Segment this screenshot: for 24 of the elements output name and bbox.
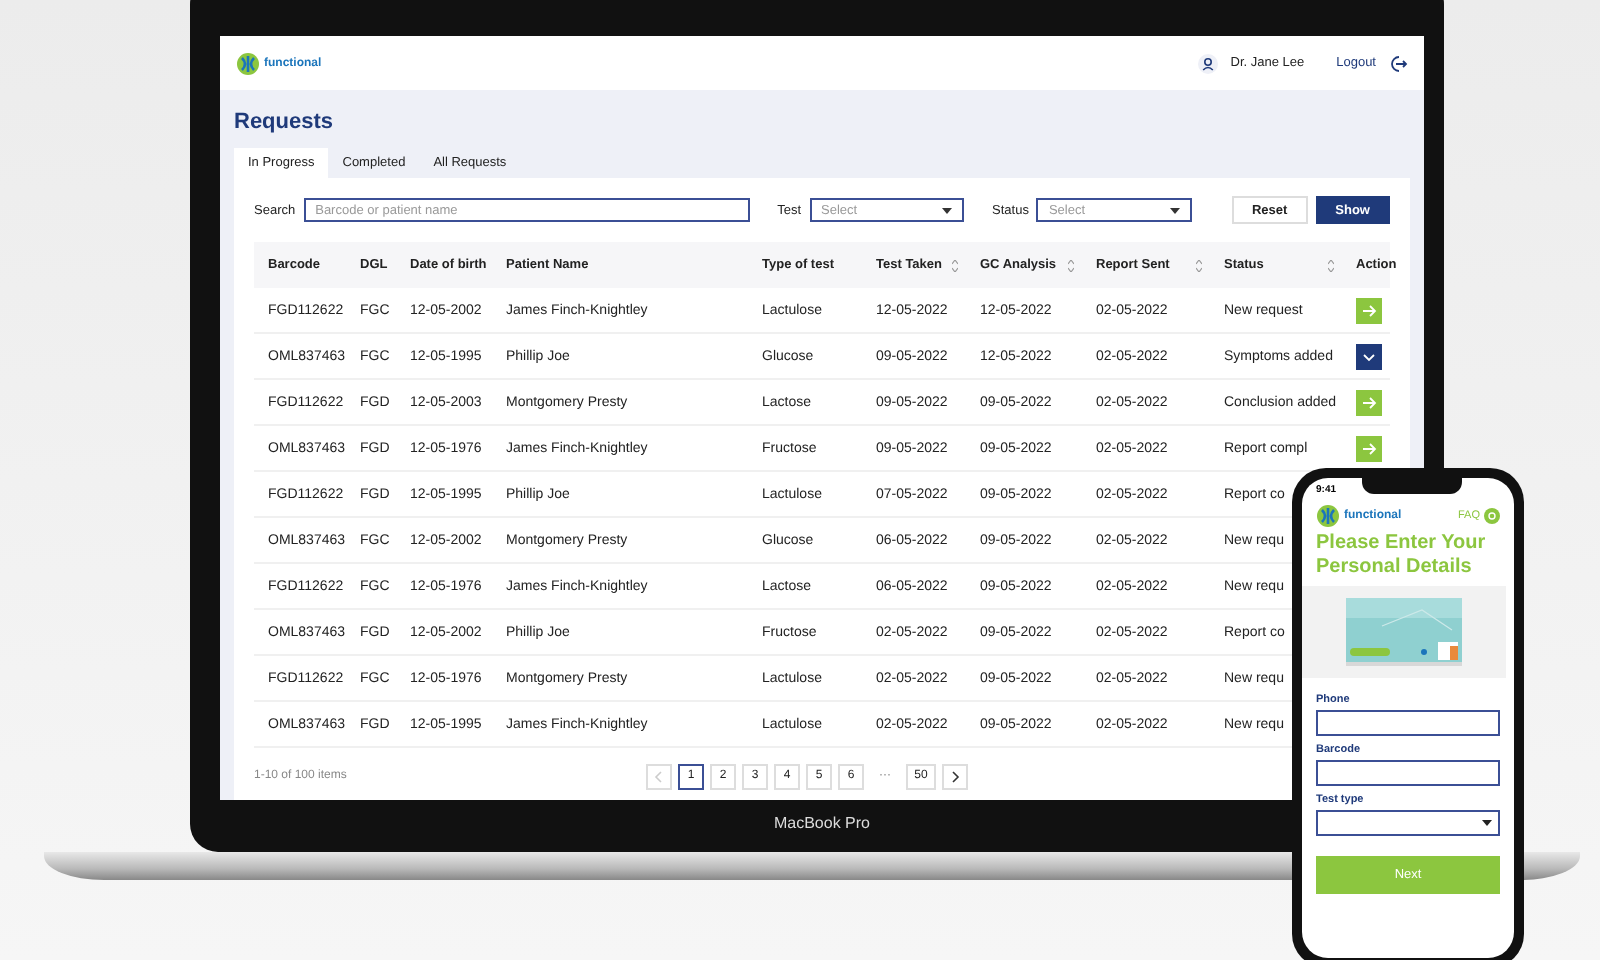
form-heading: Please Enter Your Personal Details [1316,532,1488,580]
brain-logo-icon [236,51,260,75]
help-icon[interactable] [1484,507,1500,523]
logout-icon[interactable] [1388,53,1408,73]
input-field[interactable] [1316,760,1500,786]
arrow-button[interactable] [1356,297,1382,323]
device-label: MacBook Pro [773,814,871,832]
brain-logo-icon [1316,503,1340,527]
arrow-button[interactable] [1356,435,1382,461]
user-icon [1198,53,1219,73]
sort-icon[interactable] [1068,259,1074,271]
caret-icon [1482,820,1492,826]
sort-icon[interactable] [1196,259,1202,271]
sort-icon[interactable] [952,259,958,271]
phone-notch [1362,478,1462,494]
next-page-button[interactable] [942,763,968,789]
caret-icon [1169,207,1180,213]
chevron-button[interactable] [1356,343,1382,369]
select-field[interactable] [1316,810,1500,836]
sort-icon[interactable] [1328,259,1334,271]
caret-icon [942,207,953,213]
input-field[interactable] [1316,710,1500,736]
arrow-button[interactable] [1356,389,1382,415]
page-title: Requests [234,110,336,134]
